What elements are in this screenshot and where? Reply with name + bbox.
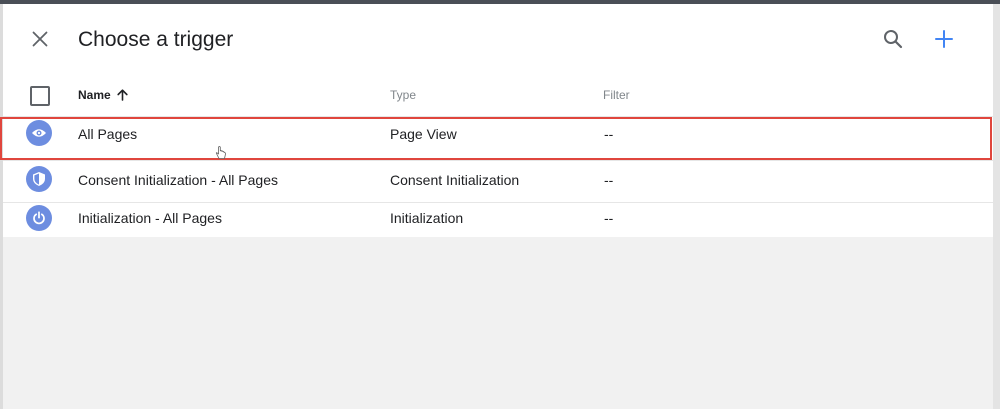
choose-trigger-dialog: Choose a trigger Name Type Filter All Pa… — [0, 4, 993, 409]
trigger-row-consent-initialization[interactable]: Consent Initialization - All Pages Conse… — [3, 161, 993, 203]
power-icon — [26, 205, 52, 231]
select-all-checkbox[interactable] — [30, 86, 50, 106]
trigger-type: Consent Initialization — [390, 172, 520, 188]
add-trigger-button[interactable] — [927, 22, 961, 56]
trigger-filter: -- — [604, 126, 614, 142]
add-icon — [935, 30, 953, 48]
right-edge — [993, 4, 1000, 409]
trigger-type: Initialization — [390, 210, 464, 226]
close-icon — [32, 31, 48, 47]
hand-cursor-icon — [215, 146, 227, 165]
column-header-name-label: Name — [78, 88, 111, 102]
trigger-row-all-pages[interactable]: All Pages Page View -- — [3, 117, 993, 161]
trigger-filter: -- — [604, 172, 614, 188]
dialog-title: Choose a trigger — [78, 28, 234, 51]
eye-icon — [26, 120, 52, 146]
column-header-type[interactable]: Type — [390, 88, 416, 102]
table-header: Name Type Filter — [3, 74, 993, 117]
close-button[interactable] — [23, 22, 57, 56]
shield-icon — [26, 166, 52, 192]
arrow-up-icon — [117, 89, 128, 101]
trigger-type: Page View — [390, 126, 457, 142]
search-icon — [884, 30, 903, 49]
dialog-header: Choose a trigger — [3, 4, 993, 74]
trigger-name: Initialization - All Pages — [78, 210, 222, 226]
trigger-row-initialization[interactable]: Initialization - All Pages Initializatio… — [3, 203, 993, 237]
search-button[interactable] — [876, 22, 910, 56]
trigger-name: Consent Initialization - All Pages — [78, 172, 278, 188]
column-header-name[interactable]: Name — [78, 88, 128, 102]
trigger-name: All Pages — [78, 126, 138, 142]
column-header-filter[interactable]: Filter — [603, 88, 630, 102]
trigger-filter: -- — [604, 210, 614, 226]
trigger-list-panel: Choose a trigger Name Type Filter All Pa… — [0, 4, 993, 237]
